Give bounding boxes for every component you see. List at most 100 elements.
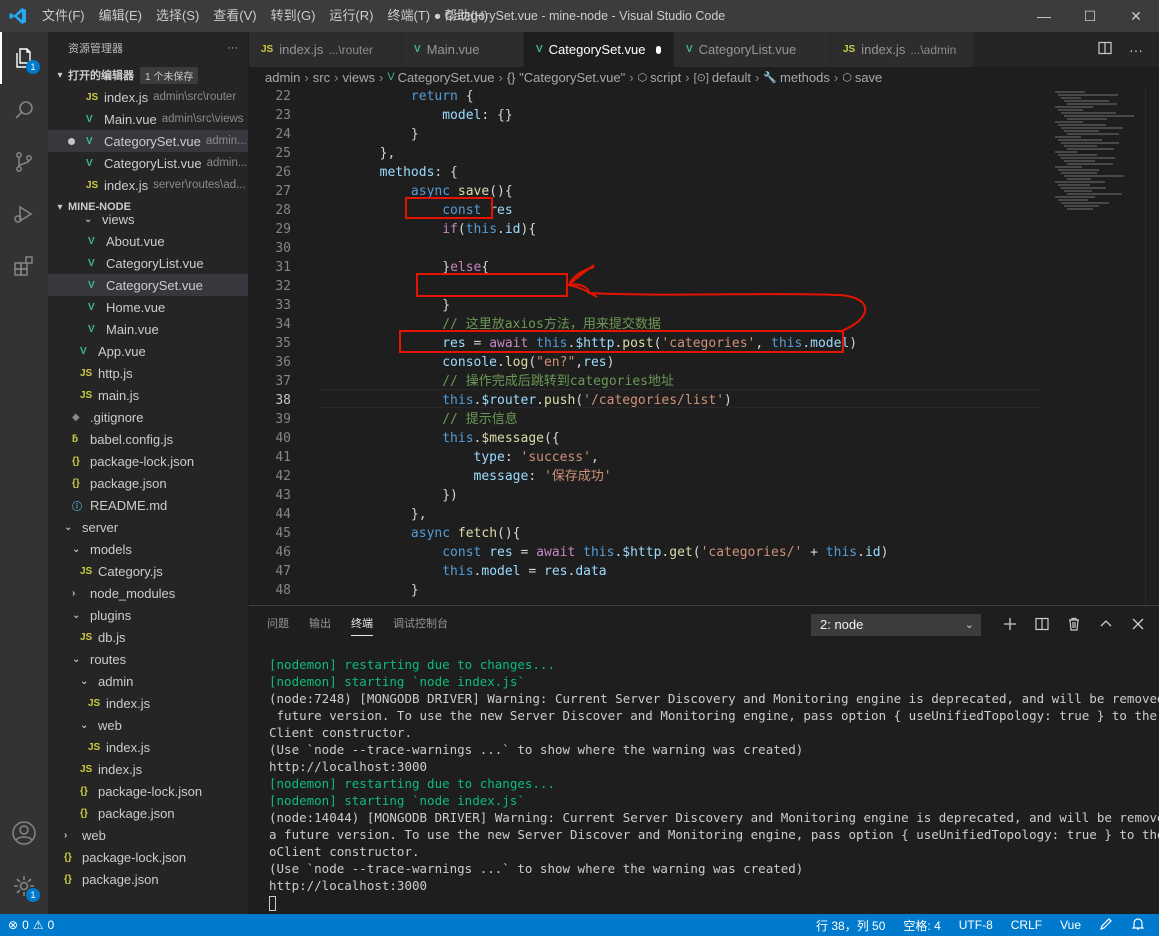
tab-index-js[interactable]: JS index.js ...\router xyxy=(249,32,402,67)
tree-item[interactable]: JS main.js xyxy=(48,384,248,406)
tree-item[interactable]: JS Category.js xyxy=(48,560,248,582)
breadcrumb-item[interactable]: views xyxy=(342,70,375,85)
tree-item[interactable]: ƃ babel.config.js xyxy=(48,428,248,450)
tree-item[interactable]: ⌄ views xyxy=(48,208,248,230)
unsaved-dot-icon xyxy=(68,138,75,145)
tree-item[interactable]: {} package-lock.json xyxy=(48,846,248,868)
tree-item[interactable]: ⓘ README.md xyxy=(48,494,248,516)
tree-item[interactable]: {} package.json xyxy=(48,472,248,494)
open-editor-item[interactable]: V Main.vue admin\src\views xyxy=(48,108,248,130)
open-editors-section[interactable]: ▾ 打开的编辑器 1 个未保存 xyxy=(48,64,248,86)
source-control-icon[interactable] xyxy=(0,136,48,188)
tree-item[interactable]: {} package-lock.json xyxy=(48,780,248,802)
tree-item[interactable]: {} package.json xyxy=(48,868,248,890)
chevron-up-icon[interactable] xyxy=(1099,614,1113,634)
cursor-position[interactable]: 行 38，列 50 xyxy=(816,917,885,934)
modified-dot-icon[interactable] xyxy=(655,45,661,54)
problems-indicator[interactable]: ⊗ 0 ⚠ 0 xyxy=(0,918,54,932)
terminal-output[interactable]: [nodemon] restarting due to changes... [n… xyxy=(269,656,1159,911)
search-icon[interactable] xyxy=(0,84,48,136)
menu-item[interactable]: 文件(F) xyxy=(35,0,92,32)
tree-item[interactable]: ⌄ models xyxy=(48,538,248,560)
tab-categoryset-vue[interactable]: V CategorySet.vue xyxy=(524,32,674,67)
breadcrumb-item[interactable]: {} "CategorySet.vue" xyxy=(507,70,625,85)
account-icon[interactable] xyxy=(0,807,48,859)
more-actions-icon[interactable]: ··· xyxy=(227,42,238,54)
panel-tab[interactable]: 调试控制台 xyxy=(383,606,458,642)
indentation[interactable]: 空格: 4 xyxy=(903,917,940,934)
breadcrumb-item[interactable]: script xyxy=(650,70,681,85)
tree-item[interactable]: {} package.json xyxy=(48,802,248,824)
menu-item[interactable]: 转到(G) xyxy=(264,0,323,32)
tree-item[interactable]: V CategorySet.vue xyxy=(48,274,248,296)
language-mode[interactable]: Vue xyxy=(1060,918,1081,932)
minimize-button[interactable]: — xyxy=(1021,0,1067,32)
terminal-select[interactable]: 2: node ⌄ xyxy=(811,614,981,636)
bottom-panel: 问题 输出 终端 调试控制台 2: node ⌄ [nodemon] restarti… xyxy=(249,605,1159,914)
plus-icon[interactable] xyxy=(1003,614,1017,634)
open-editor-item[interactable]: JS index.js server\routes\ad... xyxy=(48,174,248,196)
tree-item[interactable]: › web xyxy=(48,824,248,846)
open-editor-item[interactable]: V CategoryList.vue admin... xyxy=(48,152,248,174)
tree-item[interactable]: ⌄ routes xyxy=(48,648,248,670)
files-icon[interactable]: 1 xyxy=(0,32,48,84)
panel-tab[interactable]: 问题 xyxy=(257,606,299,642)
panel-tab[interactable]: 输出 xyxy=(299,606,341,642)
code-editor[interactable]: 22 return {23 model: {} 24 } 25 }, 26 metho… xyxy=(249,87,1159,605)
breadcrumb-item[interactable]: CategorySet.vue xyxy=(398,70,495,85)
menu-item[interactable]: 终端(T) xyxy=(380,0,437,32)
tree-item[interactable]: ◆ .gitignore xyxy=(48,406,248,428)
tree-item[interactable]: {} package-lock.json xyxy=(48,450,248,472)
maximize-button[interactable]: ☐ xyxy=(1067,0,1113,32)
breadcrumb-item[interactable]: admin xyxy=(265,70,300,85)
tab-index-js[interactable]: JS index.js ...\admin xyxy=(831,32,974,67)
more-actions-icon[interactable]: ··· xyxy=(1129,42,1143,58)
tab-categorylist-vue[interactable]: V CategoryList.vue xyxy=(674,32,831,67)
close-icon[interactable] xyxy=(1131,614,1145,634)
menu-item[interactable]: 编辑(E) xyxy=(92,0,149,32)
menu-item[interactable]: 运行(R) xyxy=(322,0,380,32)
tree-item[interactable]: V Home.vue xyxy=(48,296,248,318)
tree-item[interactable]: JS index.js xyxy=(48,736,248,758)
breadcrumb-item[interactable]: src xyxy=(313,70,330,85)
open-editor-item[interactable]: JS index.js admin\src\router xyxy=(48,86,248,108)
vertical-scrollbar[interactable] xyxy=(1145,87,1159,605)
feedback-icon[interactable] xyxy=(1099,917,1113,934)
encoding[interactable]: UTF-8 xyxy=(959,918,993,932)
close-window-button[interactable]: ✕ xyxy=(1113,0,1159,32)
tab-main-vue[interactable]: V Main.vue xyxy=(402,32,524,67)
tree-item[interactable]: ⌄ plugins xyxy=(48,604,248,626)
tree-item[interactable]: V About.vue xyxy=(48,230,248,252)
minimap[interactable] xyxy=(1049,87,1145,227)
tree-item[interactable]: › node_modules xyxy=(48,582,248,604)
minimap-line xyxy=(1061,187,1106,189)
line-ending[interactable]: CRLF xyxy=(1011,918,1042,932)
trash-icon[interactable] xyxy=(1067,614,1081,634)
settings-gear-icon[interactable]: 1 xyxy=(0,860,48,912)
tree-item[interactable]: JS db.js xyxy=(48,626,248,648)
tree-item[interactable]: V App.vue xyxy=(48,340,248,362)
terminal-prompt[interactable] xyxy=(269,894,1149,911)
run-debug-icon[interactable] xyxy=(0,188,48,240)
menu-item[interactable]: 帮助(H) xyxy=(437,0,495,32)
split-icon[interactable] xyxy=(1035,614,1049,634)
open-editor-item[interactable]: V CategorySet.vue admin... xyxy=(48,130,248,152)
tree-item[interactable]: V CategoryList.vue xyxy=(48,252,248,274)
tree-item[interactable]: V Main.vue xyxy=(48,318,248,340)
extensions-icon[interactable] xyxy=(0,240,48,292)
split-editor-icon[interactable] xyxy=(1097,40,1113,59)
panel-tab[interactable]: 终端 xyxy=(341,606,383,642)
menu-item[interactable]: 查看(V) xyxy=(206,0,263,32)
breadcrumb-item[interactable]: save xyxy=(855,70,882,85)
code-line: 22 return { xyxy=(249,87,1049,106)
breadcrumb-item[interactable]: default xyxy=(712,70,751,85)
tree-item[interactable]: ⌄ web xyxy=(48,714,248,736)
tree-item[interactable]: JS http.js xyxy=(48,362,248,384)
menu-item[interactable]: 选择(S) xyxy=(149,0,206,32)
breadcrumb-item[interactable]: methods xyxy=(780,70,830,85)
tree-item[interactable]: ⌄ server xyxy=(48,516,248,538)
notifications-icon[interactable] xyxy=(1131,917,1145,934)
tree-item[interactable]: JS index.js xyxy=(48,692,248,714)
tree-item[interactable]: ⌄ admin xyxy=(48,670,248,692)
tree-item[interactable]: JS index.js xyxy=(48,758,248,780)
